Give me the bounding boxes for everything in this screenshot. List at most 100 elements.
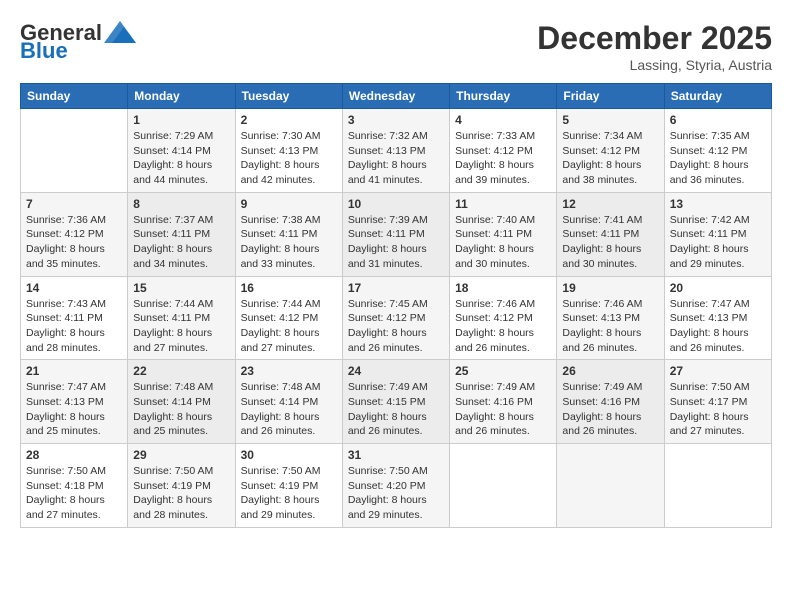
weekday-header: Saturday xyxy=(664,84,771,109)
weekday-header: Wednesday xyxy=(342,84,449,109)
day-number: 2 xyxy=(241,113,337,127)
day-number: 1 xyxy=(133,113,229,127)
calendar-cell: 17 Sunrise: 7:45 AM Sunset: 4:12 PM Dayli… xyxy=(342,276,449,360)
day-info: Sunrise: 7:38 AM Sunset: 4:11 PM Dayligh… xyxy=(241,213,337,272)
calendar-cell: 3 Sunrise: 7:32 AM Sunset: 4:13 PM Daylig… xyxy=(342,109,449,193)
day-number: 21 xyxy=(26,364,122,378)
calendar-week-row: 14 Sunrise: 7:43 AM Sunset: 4:11 PM Dayli… xyxy=(21,276,772,360)
calendar-cell: 8 Sunrise: 7:37 AM Sunset: 4:11 PM Daylig… xyxy=(128,192,235,276)
day-info: Sunrise: 7:40 AM Sunset: 4:11 PM Dayligh… xyxy=(455,213,551,272)
day-number: 5 xyxy=(562,113,658,127)
day-info: Sunrise: 7:32 AM Sunset: 4:13 PM Dayligh… xyxy=(348,129,444,188)
day-info: Sunrise: 7:45 AM Sunset: 4:12 PM Dayligh… xyxy=(348,297,444,356)
day-info: Sunrise: 7:48 AM Sunset: 4:14 PM Dayligh… xyxy=(133,380,229,439)
day-info: Sunrise: 7:41 AM Sunset: 4:11 PM Dayligh… xyxy=(562,213,658,272)
logo-blue: Blue xyxy=(20,38,68,64)
day-info: Sunrise: 7:44 AM Sunset: 4:12 PM Dayligh… xyxy=(241,297,337,356)
header: General Blue December 2025 Lassing, Styr… xyxy=(20,20,772,73)
calendar-header-row: SundayMondayTuesdayWednesdayThursdayFrid… xyxy=(21,84,772,109)
day-number: 15 xyxy=(133,281,229,295)
day-info: Sunrise: 7:29 AM Sunset: 4:14 PM Dayligh… xyxy=(133,129,229,188)
day-info: Sunrise: 7:35 AM Sunset: 4:12 PM Dayligh… xyxy=(670,129,766,188)
day-number: 30 xyxy=(241,448,337,462)
calendar-cell xyxy=(664,444,771,528)
day-info: Sunrise: 7:50 AM Sunset: 4:19 PM Dayligh… xyxy=(241,464,337,523)
calendar-cell: 12Sunrise: 7:41 AM Sunset: 4:11 PM Dayli… xyxy=(557,192,664,276)
day-number: 31 xyxy=(348,448,444,462)
day-info: Sunrise: 7:43 AM Sunset: 4:11 PM Dayligh… xyxy=(26,297,122,356)
calendar-week-row: 7Sunrise: 7:36 AM Sunset: 4:12 PM Daylig… xyxy=(21,192,772,276)
calendar-cell: 1 Sunrise: 7:29 AM Sunset: 4:14 PM Daylig… xyxy=(128,109,235,193)
calendar-cell: 20 Sunrise: 7:47 AM Sunset: 4:13 PM Dayli… xyxy=(664,276,771,360)
day-number: 9 xyxy=(241,197,337,211)
day-number: 24 xyxy=(348,364,444,378)
day-number: 16 xyxy=(241,281,337,295)
calendar-cell: 16 Sunrise: 7:44 AM Sunset: 4:12 PM Dayli… xyxy=(235,276,342,360)
calendar-cell xyxy=(557,444,664,528)
day-number: 17 xyxy=(348,281,444,295)
day-number: 6 xyxy=(670,113,766,127)
location: Lassing, Styria, Austria xyxy=(537,57,772,73)
calendar-cell: 31Sunrise: 7:50 AM Sunset: 4:20 PM Dayli… xyxy=(342,444,449,528)
day-info: Sunrise: 7:49 AM Sunset: 4:16 PM Dayligh… xyxy=(455,380,551,439)
day-number: 18 xyxy=(455,281,551,295)
day-number: 26 xyxy=(562,364,658,378)
day-info: Sunrise: 7:30 AM Sunset: 4:13 PM Dayligh… xyxy=(241,129,337,188)
day-number: 25 xyxy=(455,364,551,378)
day-number: 8 xyxy=(133,197,229,211)
calendar-week-row: 1 Sunrise: 7:29 AM Sunset: 4:14 PM Daylig… xyxy=(21,109,772,193)
page: General Blue December 2025 Lassing, Styr… xyxy=(0,0,792,612)
calendar-cell: 21 Sunrise: 7:47 AM Sunset: 4:13 PM Dayli… xyxy=(21,360,128,444)
calendar-cell: 11 Sunrise: 7:40 AM Sunset: 4:11 PM Dayli… xyxy=(450,192,557,276)
weekday-header: Thursday xyxy=(450,84,557,109)
day-number: 23 xyxy=(241,364,337,378)
weekday-header: Sunday xyxy=(21,84,128,109)
day-info: Sunrise: 7:48 AM Sunset: 4:14 PM Dayligh… xyxy=(241,380,337,439)
calendar-cell: 19 Sunrise: 7:46 AM Sunset: 4:13 PM Dayli… xyxy=(557,276,664,360)
calendar-cell: 25 Sunrise: 7:49 AM Sunset: 4:16 PM Dayli… xyxy=(450,360,557,444)
day-info: Sunrise: 7:50 AM Sunset: 4:17 PM Dayligh… xyxy=(670,380,766,439)
weekday-header: Friday xyxy=(557,84,664,109)
calendar-cell: 18 Sunrise: 7:46 AM Sunset: 4:12 PM Dayli… xyxy=(450,276,557,360)
day-info: Sunrise: 7:46 AM Sunset: 4:12 PM Dayligh… xyxy=(455,297,551,356)
day-info: Sunrise: 7:37 AM Sunset: 4:11 PM Dayligh… xyxy=(133,213,229,272)
calendar-week-row: 21 Sunrise: 7:47 AM Sunset: 4:13 PM Dayli… xyxy=(21,360,772,444)
day-info: Sunrise: 7:49 AM Sunset: 4:16 PM Dayligh… xyxy=(562,380,658,439)
calendar-cell: 7Sunrise: 7:36 AM Sunset: 4:12 PM Daylig… xyxy=(21,192,128,276)
calendar-cell: 26 Sunrise: 7:49 AM Sunset: 4:16 PM Dayli… xyxy=(557,360,664,444)
calendar-cell: 6 Sunrise: 7:35 AM Sunset: 4:12 PM Daylig… xyxy=(664,109,771,193)
calendar-cell: 22 Sunrise: 7:48 AM Sunset: 4:14 PM Dayli… xyxy=(128,360,235,444)
calendar-cell: 4Sunrise: 7:33 AM Sunset: 4:12 PM Daylig… xyxy=(450,109,557,193)
day-number: 22 xyxy=(133,364,229,378)
day-number: 19 xyxy=(562,281,658,295)
day-number: 27 xyxy=(670,364,766,378)
calendar-cell: 28Sunrise: 7:50 AM Sunset: 4:18 PM Dayli… xyxy=(21,444,128,528)
day-number: 3 xyxy=(348,113,444,127)
calendar-cell: 2 Sunrise: 7:30 AM Sunset: 4:13 PM Daylig… xyxy=(235,109,342,193)
day-number: 10 xyxy=(348,197,444,211)
day-number: 29 xyxy=(133,448,229,462)
day-number: 14 xyxy=(26,281,122,295)
calendar-cell xyxy=(450,444,557,528)
logo-icon xyxy=(104,21,136,43)
calendar-cell: 15Sunrise: 7:44 AM Sunset: 4:11 PM Dayli… xyxy=(128,276,235,360)
title-block: December 2025 Lassing, Styria, Austria xyxy=(537,20,772,73)
day-info: Sunrise: 7:42 AM Sunset: 4:11 PM Dayligh… xyxy=(670,213,766,272)
month-title: December 2025 xyxy=(537,20,772,57)
day-info: Sunrise: 7:36 AM Sunset: 4:12 PM Dayligh… xyxy=(26,213,122,272)
day-number: 11 xyxy=(455,197,551,211)
calendar-week-row: 28Sunrise: 7:50 AM Sunset: 4:18 PM Dayli… xyxy=(21,444,772,528)
day-info: Sunrise: 7:50 AM Sunset: 4:18 PM Dayligh… xyxy=(26,464,122,523)
weekday-header: Tuesday xyxy=(235,84,342,109)
day-info: Sunrise: 7:34 AM Sunset: 4:12 PM Dayligh… xyxy=(562,129,658,188)
calendar-cell: 27 Sunrise: 7:50 AM Sunset: 4:17 PM Dayli… xyxy=(664,360,771,444)
day-info: Sunrise: 7:47 AM Sunset: 4:13 PM Dayligh… xyxy=(670,297,766,356)
day-info: Sunrise: 7:47 AM Sunset: 4:13 PM Dayligh… xyxy=(26,380,122,439)
calendar-table: SundayMondayTuesdayWednesdayThursdayFrid… xyxy=(20,83,772,528)
calendar-cell: 10Sunrise: 7:39 AM Sunset: 4:11 PM Dayli… xyxy=(342,192,449,276)
day-info: Sunrise: 7:46 AM Sunset: 4:13 PM Dayligh… xyxy=(562,297,658,356)
day-info: Sunrise: 7:49 AM Sunset: 4:15 PM Dayligh… xyxy=(348,380,444,439)
calendar-cell: 29Sunrise: 7:50 AM Sunset: 4:19 PM Dayli… xyxy=(128,444,235,528)
logo: General Blue xyxy=(20,20,136,64)
day-number: 20 xyxy=(670,281,766,295)
